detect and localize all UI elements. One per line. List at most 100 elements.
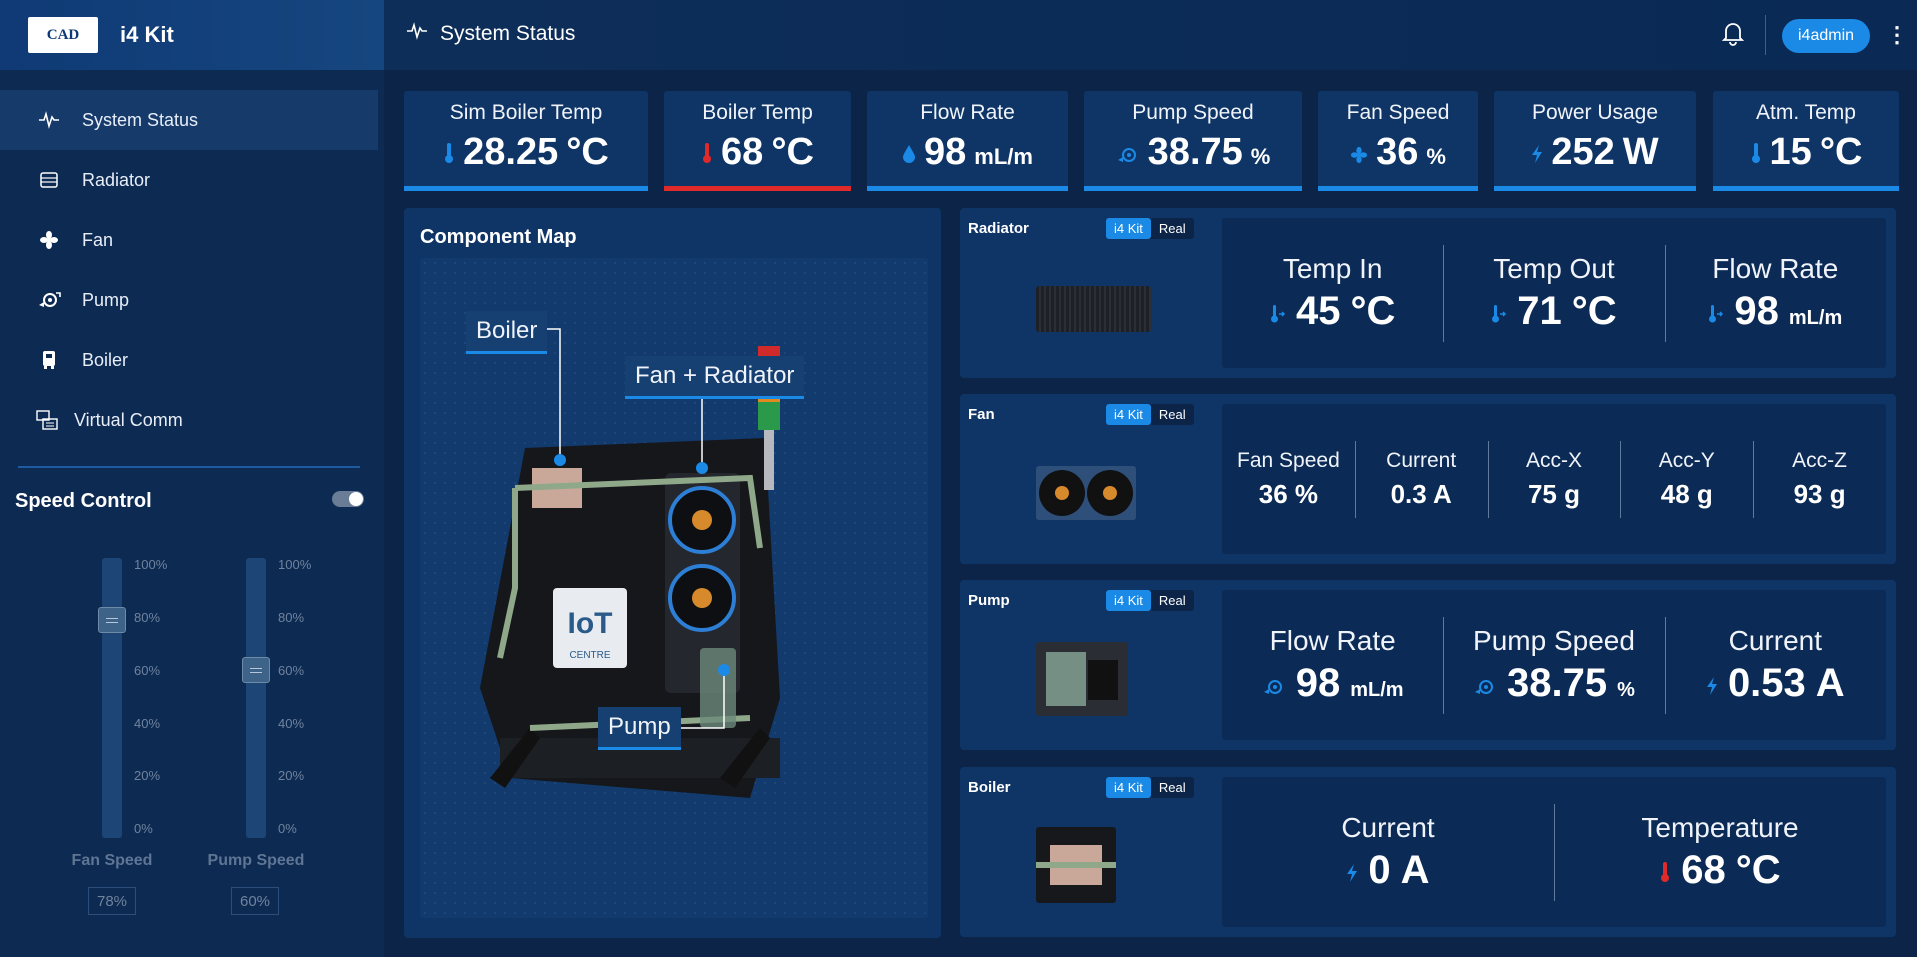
metric-unit: °C [1350, 288, 1396, 333]
tick-label: 0% [278, 821, 297, 836]
boiler-card: Boiler i4 Kit Real Current 0A Temperatur… [960, 767, 1896, 937]
radiator-metrics: Temp In 45 °C Temp Out 71 °C Flow Rate 98 m… [1222, 218, 1886, 368]
metric-number: 68 [1681, 847, 1726, 892]
pump-icon [1473, 661, 1497, 706]
stat-underline [1494, 186, 1696, 191]
thermometer-icon [443, 131, 455, 174]
sidebar-item-boiler[interactable]: Boiler [0, 330, 384, 390]
radiator-image [1036, 286, 1151, 332]
callout-fan-radiator[interactable]: Fan + Radiator [625, 356, 805, 399]
metric-acc-y: Acc-Y 48 g [1620, 440, 1753, 518]
metric-number: 38.75 [1507, 660, 1608, 705]
card-title: Radiator [968, 220, 1029, 237]
temp-flow-icon [1270, 289, 1286, 334]
stat-value: 28.25 °C [404, 131, 648, 174]
thermometer-hot-icon [701, 131, 713, 174]
fan-speed-slider[interactable] [98, 558, 126, 838]
metric-number: 0.53 [1727, 660, 1806, 705]
metric-label: Flow Rate [1712, 252, 1839, 284]
stat-underline [1713, 186, 1899, 191]
stat-unit: °C [566, 131, 609, 173]
pump-speed-slider[interactable] [242, 558, 270, 838]
sidebar-item-system-status[interactable]: System Status [0, 90, 378, 150]
stat-fan-speed: Fan Speed 36% [1318, 91, 1478, 191]
metric-label: Current [1386, 448, 1457, 472]
sidebar-item-fan[interactable]: Fan [0, 210, 384, 270]
metric-value: 38.75% [1443, 661, 1664, 706]
iot-badge-sublabel: CENTRE [569, 650, 610, 661]
radiator-icon [36, 167, 62, 193]
pump-speed-slider-handle[interactable] [242, 657, 270, 683]
sidebar-item-label: Pump [82, 289, 130, 310]
sidebar-item-label: Virtual Comm [74, 409, 183, 430]
metric-unit: mL/m [1350, 678, 1404, 701]
stat-label: Sim Boiler Temp [449, 101, 603, 124]
metric-label: Temp In [1282, 252, 1383, 284]
bolt-icon [1346, 848, 1358, 893]
component-map-title: Component Map [420, 226, 577, 248]
metric-label: Current [1341, 811, 1435, 843]
sidebar-item-virtual-comm[interactable]: Virtual Comm [0, 390, 384, 450]
pump-icon [1116, 131, 1140, 174]
stat-unit: % [1426, 144, 1446, 169]
tick-label: 0% [134, 821, 153, 836]
user-menu-button[interactable]: i4admin [1782, 19, 1870, 53]
metric-current: Current 0.3 A [1354, 440, 1488, 518]
callout-pump[interactable]: Pump [598, 707, 681, 750]
stat-number: 98 [924, 131, 967, 173]
pump-speed-label: Pump Speed [207, 852, 305, 869]
metric-fan-speed: Fan Speed 36 % [1222, 449, 1355, 510]
toggle-i4kit[interactable]: i4 Kit [1106, 777, 1151, 798]
metric-pump-speed: Pump Speed 38.75% [1443, 616, 1664, 714]
stat-label: Pump Speed [1132, 101, 1254, 124]
radiator-card: Radiator i4 Kit Real Temp In 45 °C Temp O… [960, 208, 1896, 378]
tick-label: 100% [134, 557, 168, 572]
sidebar-item-radiator[interactable]: Radiator [0, 150, 384, 210]
metric-label: Acc-X [1525, 448, 1582, 472]
tick-label: 60% [278, 663, 305, 678]
metric-unit: mL/m [1788, 306, 1843, 329]
more-options-icon[interactable]: ⋮ [1886, 22, 1908, 48]
metric-value: 0.3 A [1390, 478, 1452, 509]
boiler-icon [36, 347, 62, 373]
sidebar-item-pump[interactable]: Pump [0, 270, 384, 330]
source-toggle: i4 Kit Real [1106, 777, 1194, 798]
stat-number: 36 [1376, 131, 1419, 173]
thermometer-hot-icon [1659, 848, 1671, 893]
metric-number: 0 [1368, 847, 1391, 892]
toggle-real[interactable]: Real [1151, 777, 1194, 798]
bolt-icon [1706, 661, 1718, 706]
toggle-i4kit[interactable]: i4 Kit [1106, 404, 1151, 425]
fan-speed-slider-handle[interactable] [98, 607, 126, 633]
metric-acc-x: Acc-X 75 g [1487, 440, 1621, 518]
toggle-i4kit[interactable]: i4 Kit [1106, 590, 1151, 611]
metric-value: 71 °C [1443, 289, 1664, 334]
callout-boiler[interactable]: Boiler [466, 311, 548, 354]
stat-value: 252 W [1494, 131, 1696, 174]
stat-number: 252 [1551, 131, 1615, 173]
tick-label: 80% [134, 610, 161, 625]
stat-label: Fan Speed [1346, 101, 1450, 124]
speed-control-toggle[interactable] [332, 491, 364, 507]
fan-image [1036, 466, 1136, 520]
metric-number: 98 [1295, 660, 1341, 705]
bolt-icon [1531, 131, 1543, 174]
metric-unit: A [1400, 847, 1430, 892]
stat-unit: W [1622, 131, 1659, 173]
metric-temp-in: Temp In 45 °C [1222, 253, 1443, 334]
toggle-real[interactable]: Real [1151, 218, 1194, 239]
card-title: Pump [968, 592, 1010, 609]
stat-sim-boiler-temp: Sim Boiler Temp 28.25 °C [404, 91, 648, 191]
toggle-real[interactable]: Real [1151, 404, 1194, 425]
boiler-metrics: Current 0A Temperature 68 °C [1222, 777, 1886, 927]
sidebar-item-label: Fan [82, 229, 114, 250]
bell-icon[interactable] [1721, 20, 1745, 51]
stat-number: 68 [721, 131, 764, 173]
metric-value: 75 g [1527, 478, 1580, 509]
fan-metrics: Fan Speed 36 % Current 0.3 A Acc-X 75 g … [1222, 404, 1886, 554]
sidebar: CAD i4 Kit System Status Radiator Fan Pu… [0, 0, 384, 957]
toggle-i4kit[interactable]: i4 Kit [1106, 218, 1151, 239]
toggle-real[interactable]: Real [1151, 590, 1194, 611]
metric-number: 71 [1517, 288, 1562, 333]
fan-speed-value: 78% [88, 887, 136, 915]
